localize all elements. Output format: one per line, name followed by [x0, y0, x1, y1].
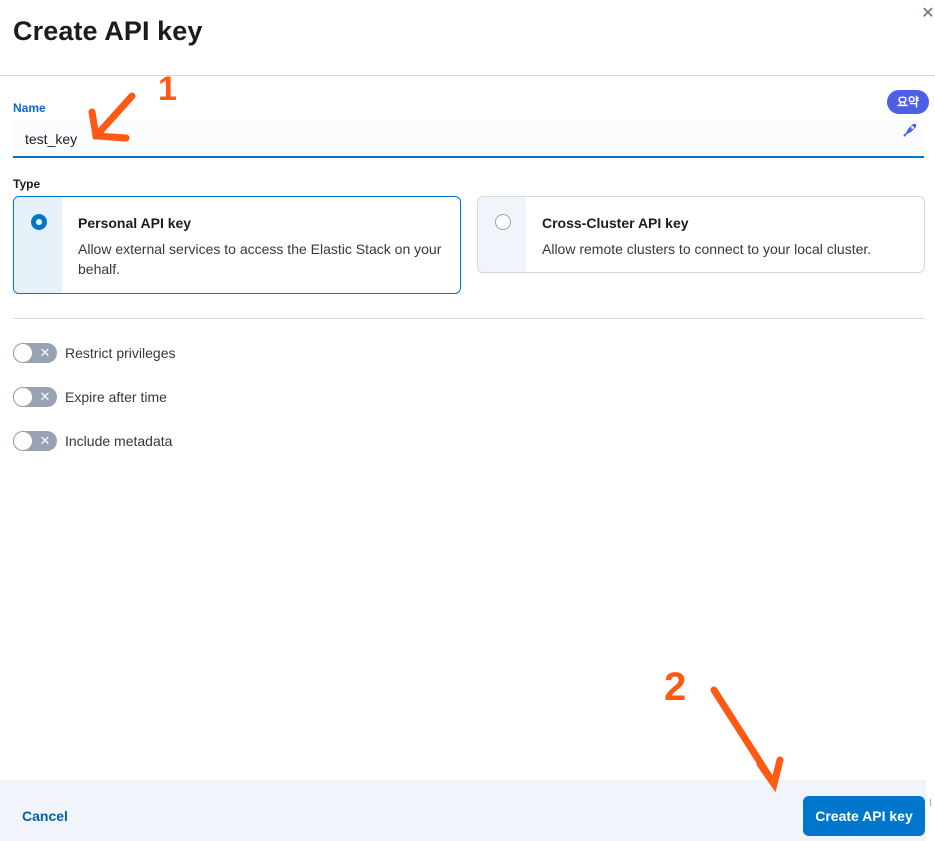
create-api-key-button[interactable]: Create API key — [803, 796, 925, 836]
close-icon[interactable]: ✕ — [917, 3, 935, 25]
rocket-icon[interactable] — [899, 121, 921, 143]
dialog-title: Create API key — [13, 16, 203, 46]
cross-icon: ✕ — [39, 389, 51, 404]
cancel-button[interactable]: Cancel — [10, 800, 80, 832]
dialog-footer: Cancel Create API key — [0, 780, 935, 841]
cross-icon: ✕ — [39, 345, 51, 360]
type-card-personal[interactable]: Personal API key Allow external services… — [13, 196, 461, 294]
type-card-title: Personal API key — [78, 215, 192, 231]
switch-control[interactable]: ✕ — [13, 387, 57, 407]
switch-knob — [13, 431, 33, 451]
summary-extension-widget[interactable]: 요약 — [887, 90, 935, 150]
annotation-step-2-label: 2 — [664, 665, 686, 709]
name-label: Name — [13, 101, 46, 115]
cross-icon: ✕ — [39, 433, 51, 448]
radio-gutter — [478, 197, 526, 272]
type-card-description: Allow remote clusters to connect to your… — [542, 241, 872, 257]
toggle-label: Include metadata — [65, 433, 173, 449]
radio-cross-cluster[interactable] — [495, 214, 511, 230]
toggle-label: Expire after time — [65, 389, 167, 405]
radio-gutter — [14, 197, 62, 293]
section-divider — [13, 318, 924, 319]
type-card-cross-cluster[interactable]: Cross-Cluster API key Allow remote clust… — [477, 196, 925, 273]
type-label: Type — [13, 177, 41, 191]
switch-knob — [13, 343, 33, 363]
radio-personal[interactable] — [31, 214, 47, 230]
name-input[interactable] — [13, 121, 924, 158]
scrollbar-edge: ⁝ — [926, 780, 935, 841]
type-card-description: Allow external services to access the El… — [78, 241, 442, 277]
switch-knob — [13, 387, 33, 407]
rocket-icon-svg — [903, 124, 916, 137]
summary-badge[interactable]: 요약 — [887, 90, 929, 114]
annotation-arrow-2 — [710, 686, 784, 793]
switch-control[interactable]: ✕ — [13, 431, 57, 451]
toggle-label: Restrict privileges — [65, 345, 176, 361]
header-divider — [0, 75, 935, 76]
type-card-title: Cross-Cluster API key — [542, 215, 689, 231]
switch-control[interactable]: ✕ — [13, 343, 57, 363]
